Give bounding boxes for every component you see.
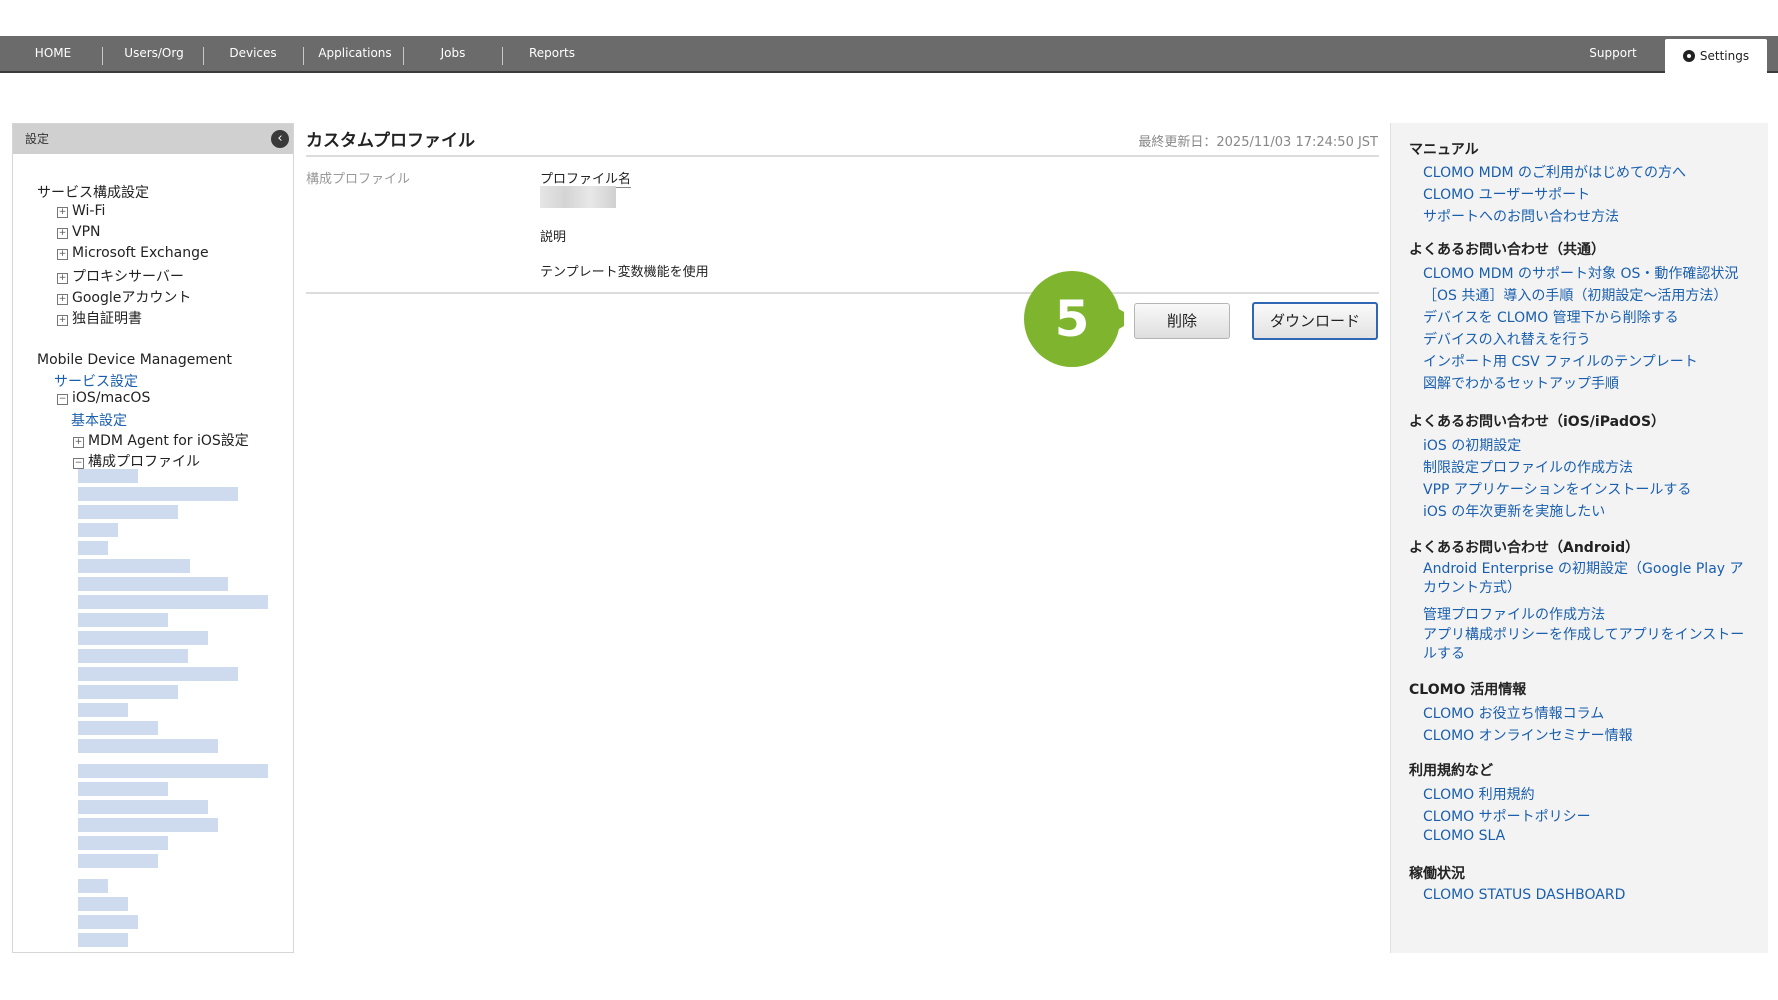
nav-users-org[interactable]: Users/Org (114, 36, 194, 71)
expand-icon[interactable]: + (57, 207, 68, 218)
tree-link-basic-settings[interactable]: 基本設定 (71, 410, 127, 430)
nav-reports[interactable]: Reports (515, 36, 589, 71)
gear-icon (1682, 50, 1695, 62)
last-updated-timestamp: 最終更新日：2025/11/03 17:24:50 JST (1138, 135, 1378, 150)
help-link[interactable]: アプリ構成ポリシーを作成してアプリをインストールする (1423, 626, 1753, 664)
redacted-profile-name (540, 186, 616, 208)
settings-sidebar: 設定 ‹ サービス構成設定 + Wi-Fi + VPN + Microsoft Exc… (12, 123, 294, 953)
sidebar-header: 設定 ‹ (13, 124, 293, 154)
description-label: 説明 (540, 230, 567, 245)
expand-icon[interactable]: + (57, 228, 68, 239)
help-heading-faq-common: よくあるお問い合わせ（共通） (1409, 242, 1605, 258)
sidebar-title: 設定 (25, 132, 50, 146)
nav-separator (203, 47, 204, 65)
help-link[interactable]: CLOMO SLA (1423, 828, 1505, 844)
nav-home[interactable]: HOME (18, 36, 88, 71)
collapse-icon[interactable]: − (57, 394, 68, 405)
help-heading-manual: マニュアル (1409, 142, 1479, 158)
help-panel: マニュアル CLOMO MDM のご利用がはじめての方へ CLOMO ユーザーサ… (1390, 123, 1768, 953)
nav-devices[interactable]: Devices (214, 36, 292, 71)
step-5-callout-badge: 5 (1024, 271, 1124, 367)
help-link[interactable]: iOS の年次更新を実施したい (1423, 501, 1605, 521)
tree-item-google-account[interactable]: + Googleアカウント (57, 287, 191, 307)
tree-item-certificate[interactable]: + 独自証明書 (57, 308, 142, 328)
help-link[interactable]: 図解でわかるセットアップ手順 (1423, 373, 1619, 393)
help-link[interactable]: CLOMO オンラインセミナー情報 (1423, 725, 1633, 745)
page-title: カスタムプロファイル (306, 131, 475, 151)
help-heading-faq-ios: よくあるお問い合わせ（iOS/iPadOS） (1409, 414, 1666, 430)
collapse-sidebar-icon[interactable]: ‹ (271, 130, 289, 148)
nav-support[interactable]: Support (1580, 36, 1646, 71)
step-number: 5 (1055, 290, 1090, 348)
help-link[interactable]: インポート用 CSV ファイルのテンプレート (1423, 351, 1698, 371)
help-link[interactable]: CLOMO STATUS DASHBOARD (1423, 887, 1625, 903)
tree-item-vpn[interactable]: + VPN (57, 224, 101, 240)
help-link[interactable]: サポートへのお問い合わせ方法 (1423, 206, 1619, 226)
help-heading-status: 稼働状況 (1409, 866, 1465, 882)
help-link[interactable]: デバイスの入れ替えを行う (1423, 329, 1591, 349)
expand-icon[interactable]: + (57, 249, 68, 260)
download-button[interactable]: ダウンロード (1252, 302, 1378, 340)
tree-item-proxy[interactable]: + プロキシサーバー (57, 266, 184, 286)
help-link[interactable]: CLOMO ユーザーサポート (1423, 184, 1590, 204)
top-nav-bar: HOME Users/Org Devices Applications Jobs… (0, 36, 1778, 73)
profile-name-label: プロファイル名 (540, 168, 632, 188)
template-variable-label: テンプレート変数機能を使用 (540, 265, 709, 280)
content-divider (306, 292, 1379, 294)
tree-link-service-settings[interactable]: サービス設定 (54, 371, 138, 391)
tree-section-service-config: サービス構成設定 (37, 185, 149, 201)
help-link[interactable]: デバイスを CLOMO 管理下から削除する (1423, 307, 1679, 327)
tree-item-exchange[interactable]: + Microsoft Exchange (57, 245, 209, 261)
nav-jobs[interactable]: Jobs (418, 36, 488, 71)
help-heading-faq-android: よくあるお問い合わせ（Android） (1409, 540, 1640, 556)
help-link[interactable]: Android Enterprise の初期設定（Google Play アカウ… (1423, 560, 1753, 598)
section-label-config-profile: 構成プロファイル (306, 172, 411, 187)
nav-separator (303, 47, 304, 65)
redacted-profile-list (68, 459, 298, 954)
expand-icon[interactable]: + (57, 315, 68, 326)
nav-separator (403, 47, 404, 65)
tree-item-wifi[interactable]: + Wi-Fi (57, 203, 105, 219)
expand-icon[interactable]: + (57, 273, 68, 284)
help-link[interactable]: CLOMO 利用規約 (1423, 784, 1535, 804)
nav-applications[interactable]: Applications (310, 36, 400, 71)
help-heading-terms: 利用規約など (1409, 763, 1493, 779)
nav-separator (502, 47, 503, 65)
help-link[interactable]: 管理プロファイルの作成方法 (1423, 604, 1605, 624)
settings-label: Settings (1699, 49, 1750, 63)
nav-settings-tab[interactable]: Settings (1665, 39, 1767, 73)
title-divider (306, 155, 1379, 157)
expand-icon[interactable]: + (73, 437, 84, 448)
help-link[interactable]: CLOMO MDM のサポート対象 OS・動作確認状況 (1423, 263, 1738, 283)
tree-section-mdm: Mobile Device Management (37, 352, 232, 368)
help-link[interactable]: VPP アプリケーションをインストールする (1423, 479, 1691, 499)
nav-separator (102, 47, 103, 65)
help-link[interactable]: iOS の初期設定 (1423, 435, 1521, 455)
tree-item-mdm-agent[interactable]: + MDM Agent for iOS設定 (73, 430, 249, 450)
tree-item-ios-macos[interactable]: − iOS/macOS (57, 390, 150, 406)
help-link[interactable]: CLOMO お役立ち情報コラム (1423, 703, 1604, 723)
delete-button[interactable]: 削除 (1134, 303, 1230, 339)
help-heading-clomo-info: CLOMO 活用情報 (1409, 682, 1527, 698)
help-link[interactable]: 制限設定プロファイルの作成方法 (1423, 457, 1633, 477)
help-link[interactable]: CLOMO MDM のご利用がはじめての方へ (1423, 162, 1686, 182)
help-link[interactable]: ［OS 共通］導入の手順（初期設定〜活用方法） (1423, 285, 1727, 305)
expand-icon[interactable]: + (57, 294, 68, 305)
help-link[interactable]: CLOMO サポートポリシー (1423, 806, 1591, 826)
